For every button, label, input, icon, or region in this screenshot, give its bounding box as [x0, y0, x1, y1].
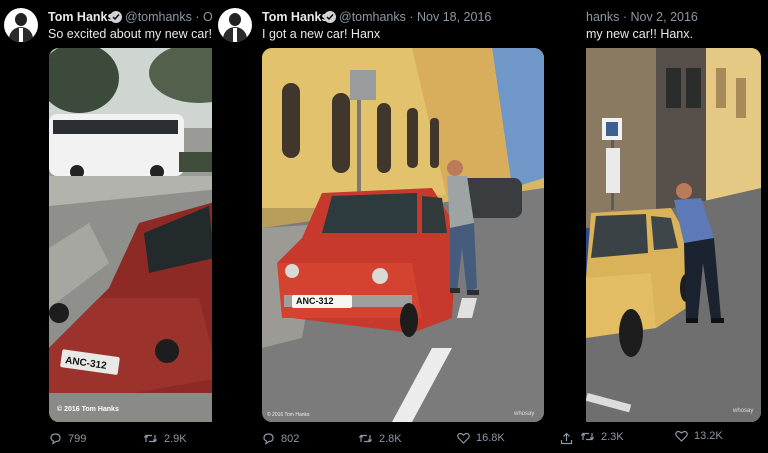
reply-count: 802: [281, 432, 300, 445]
retweet-count: 2.8K: [379, 432, 402, 445]
photo-man-with-yellow-car: [586, 48, 761, 422]
like-button[interactable]: 16.8K: [457, 432, 505, 444]
reply-icon: [50, 433, 61, 445]
license-plate: ANC-312: [296, 296, 334, 306]
tweet-card-2[interactable]: Tom Hanks @tomhanks · Nov 18, 2016 I got…: [212, 0, 576, 453]
tweet-card-3[interactable]: hanks · Nov 2, 2016 my new car!! Hanx. w…: [576, 0, 768, 453]
photo-credit: © 2016 Tom Hanks: [267, 412, 310, 418]
tweet-photo[interactable]: ANC-312 © 2016 Tom Hanks whosay: [262, 48, 544, 422]
like-icon: [457, 432, 470, 444]
author-name[interactable]: Tom Hanks: [48, 10, 114, 24]
handle-and-date: hanks · Nov 2, 2016: [586, 10, 698, 24]
handle-and-date: @tomhanks · Oct: [125, 10, 212, 24]
share-icon: [560, 432, 573, 445]
share-button[interactable]: [560, 432, 573, 445]
tweet-photo[interactable]: ANC-312 © 2016 Tom Hanks: [49, 48, 212, 422]
photo-man-with-red-car: [262, 48, 544, 422]
retweet-button[interactable]: 2.3K: [580, 430, 624, 443]
like-count: 13.2K: [694, 430, 723, 442]
handle-and-date: @tomhanks · Nov 18, 2016: [339, 10, 492, 24]
tweet-text: my new car!! Hanx.: [586, 27, 693, 41]
retweet-button[interactable]: 2.8K: [358, 432, 402, 445]
like-icon: [675, 430, 688, 442]
tweet-text: So excited about my new car! Ha: [48, 27, 212, 41]
avatar[interactable]: [4, 8, 38, 42]
tweet-text: I got a new car! Hanx: [262, 27, 381, 41]
tweet-photo[interactable]: whosay: [586, 48, 761, 422]
reply-button[interactable]: 799: [49, 432, 86, 445]
verified-badge-icon: [324, 11, 336, 23]
tweet-card-1[interactable]: Tom Hanks @tomhanks · Oct So excited abo…: [0, 0, 212, 453]
retweet-count: 2.3K: [601, 430, 624, 443]
whosay-watermark: whosay: [733, 408, 754, 414]
like-button[interactable]: 13.2K: [675, 430, 723, 442]
retweet-icon: [143, 434, 158, 443]
retweet-button[interactable]: 2.9K: [143, 432, 187, 445]
avatar[interactable]: [218, 8, 252, 42]
like-count: 16.8K: [476, 432, 505, 444]
reply-icon: [263, 433, 274, 445]
retweet-icon: [580, 432, 595, 441]
author-name[interactable]: Tom Hanks: [262, 10, 328, 24]
photo-credit: © 2016 Tom Hanks: [57, 406, 119, 413]
reply-button[interactable]: 802: [262, 432, 299, 445]
retweet-count: 2.9K: [164, 432, 187, 445]
whosay-watermark: whosay: [514, 411, 535, 417]
verified-badge-icon: [110, 11, 122, 23]
reply-count: 799: [68, 432, 87, 445]
retweet-icon: [358, 434, 373, 443]
